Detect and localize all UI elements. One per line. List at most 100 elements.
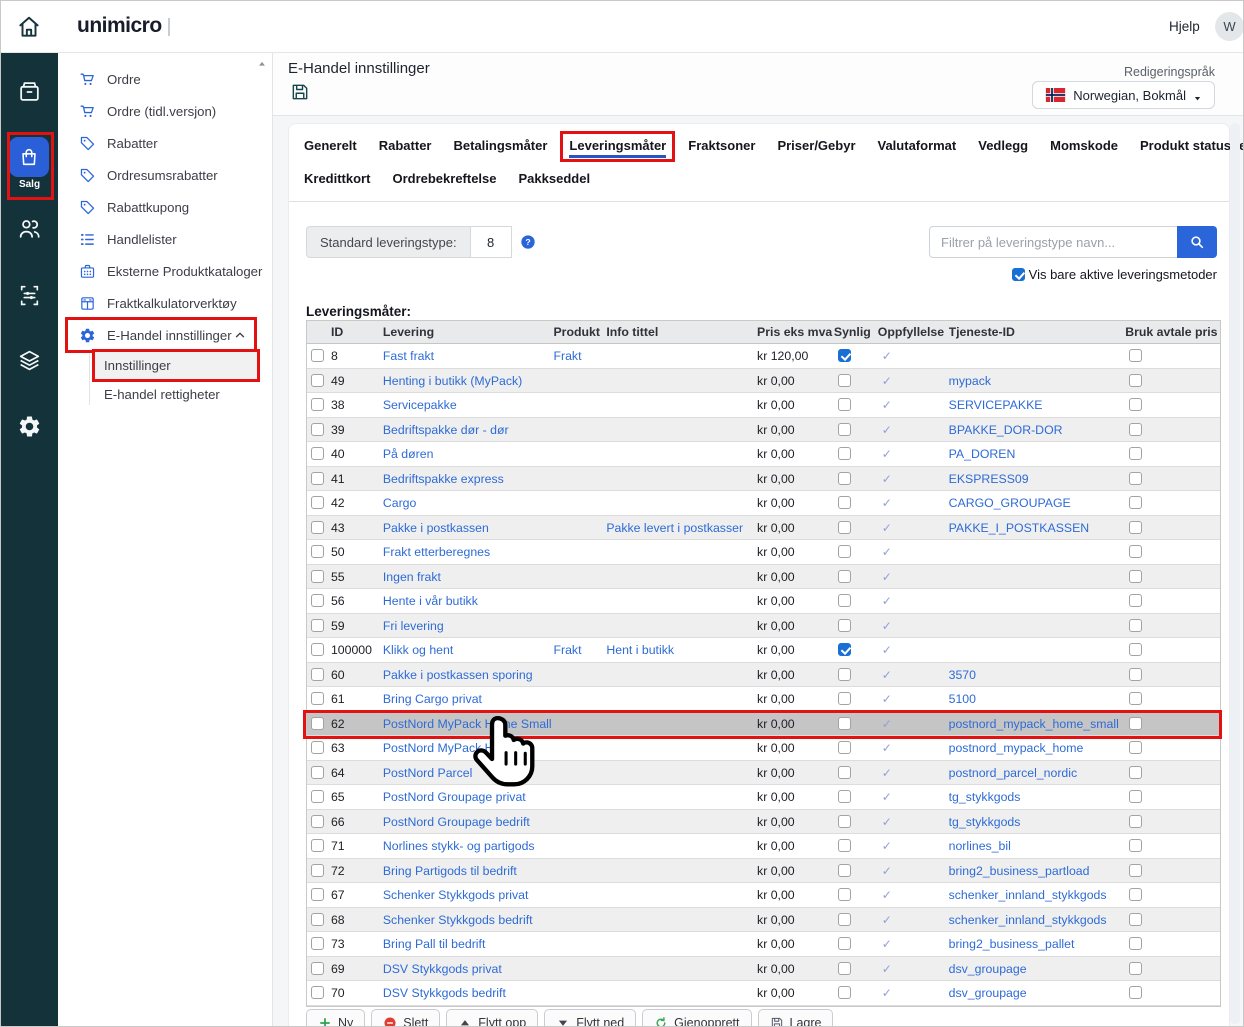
cell-levering-link[interactable]: DSV Stykkgods bedrift [383,986,506,1000]
settings-gear-icon[interactable] [17,414,42,439]
table-row[interactable]: 8Fast fraktFraktkr 120,00✓ [307,344,1220,369]
synlig-checkbox[interactable] [838,349,851,362]
table-row[interactable]: 70DSV Stykkgods bedriftkr 0,00✓dsv_group… [307,981,1220,1006]
synlig-checkbox[interactable] [838,766,851,779]
synlig-checkbox[interactable] [838,962,851,975]
avtale-pris-checkbox[interactable] [1129,374,1142,387]
cell-levering-link[interactable]: PostNord MyPack Home Small [383,717,552,731]
cell-levering-link[interactable]: Schenker Stykkgods bedrift [383,913,533,927]
tab[interactable]: Priser/Gebyr [777,138,855,158]
menu-item[interactable]: Handlelister [58,223,273,255]
cell-tjeneste-id-link[interactable]: schenker_innland_stykkgods [949,913,1107,927]
synlig-checkbox[interactable] [838,913,851,926]
avtale-pris-checkbox[interactable] [1129,668,1142,681]
show-active-checkbox-row[interactable]: Vis bare aktive leveringsmetoder [1008,267,1217,282]
row-checkbox[interactable] [311,349,324,362]
row-checkbox[interactable] [311,692,324,705]
table-row[interactable]: 68Schenker Stykkgods bedriftkr 0,00✓sche… [307,908,1220,933]
avtale-pris-checkbox[interactable] [1129,472,1142,485]
synlig-checkbox[interactable] [838,570,851,583]
tab[interactable]: Generelt [304,138,357,158]
tab[interactable]: Leveringsmåter [569,138,666,158]
synlig-checkbox[interactable] [838,423,851,436]
ny-button[interactable]: Ny [306,1009,365,1027]
avtale-pris-checkbox[interactable] [1129,741,1142,754]
menu-item[interactable]: E-Handel innstillinger [58,319,273,351]
synlig-checkbox[interactable] [838,619,851,632]
show-active-checkbox[interactable] [1012,268,1025,281]
row-checkbox[interactable] [311,570,324,583]
row-checkbox[interactable] [311,423,324,436]
row-checkbox[interactable] [311,496,324,509]
menu-item[interactable]: Eksterne Produktkataloger [58,255,273,287]
flytt-ned-button[interactable]: Flytt ned [544,1009,636,1027]
avtale-pris-checkbox[interactable] [1129,496,1142,509]
row-checkbox[interactable] [311,398,324,411]
cell-levering-link[interactable]: Schenker Stykkgods privat [383,888,529,902]
table-row[interactable]: 42Cargokr 0,00✓CARGO_GROUPAGE [307,491,1220,516]
cell-tjeneste-id-link[interactable]: PA_DOREN [949,447,1016,461]
row-checkbox[interactable] [311,717,324,730]
synlig-checkbox[interactable] [838,888,851,901]
language-select[interactable]: Norwegian, Bokmål [1032,81,1215,109]
synlig-checkbox[interactable] [838,447,851,460]
cell-tjeneste-id-link[interactable]: dsv_groupage [949,962,1027,976]
cell-levering-link[interactable]: På døren [383,447,434,461]
synlig-checkbox[interactable] [838,472,851,485]
row-checkbox[interactable] [311,741,324,754]
row-checkbox[interactable] [311,864,324,877]
cell-info-tittel-link[interactable]: Hent i butikk [606,643,674,657]
cell-tjeneste-id-link[interactable]: 3570 [949,668,976,682]
cell-tjeneste-id-link[interactable]: tg_stykkgods [949,790,1021,804]
vertical-scrollbar[interactable] [1230,123,1240,1024]
synlig-checkbox[interactable] [838,864,851,877]
avtale-pris-checkbox[interactable] [1129,937,1142,950]
synlig-checkbox[interactable] [838,545,851,558]
avtale-pris-checkbox[interactable] [1129,521,1142,534]
table-row[interactable]: 62PostNord MyPack Home Smallkr 0,00✓post… [307,712,1220,737]
table-row[interactable]: 64PostNord Parcelkr 0,00✓postnord_parcel… [307,761,1220,786]
cell-levering-link[interactable]: Bedriftspakke express [383,472,504,486]
standard-type-input[interactable] [470,226,512,258]
menu-item[interactable]: Ordre [58,63,273,95]
cell-levering-link[interactable]: Bring Pall til bedrift [383,937,486,951]
avtale-pris-checkbox[interactable] [1129,815,1142,828]
integrations-icon[interactable] [17,283,42,308]
cell-tjeneste-id-link[interactable]: BPAKKE_DOR-DOR [949,423,1063,437]
avtale-pris-checkbox[interactable] [1129,423,1142,436]
row-checkbox[interactable] [311,643,324,656]
table-row[interactable]: 60Pakke i postkassen sporingkr 0,00✓3570 [307,663,1220,688]
table-row[interactable]: 71Norlines stykk- og partigodskr 0,00✓no… [307,834,1220,859]
cell-tjeneste-id-link[interactable]: 5100 [949,692,976,706]
row-checkbox[interactable] [311,594,324,607]
gjenopprett-button[interactable]: Gjenopprett [642,1009,751,1027]
tab[interactable]: Momskode [1050,138,1118,158]
cell-tjeneste-id-link[interactable]: PAKKE_I_POSTKASSEN [949,521,1090,535]
tab[interactable]: Valutaformat [878,138,957,158]
cell-levering-link[interactable]: PostNord Groupage privat [383,790,526,804]
row-checkbox[interactable] [311,766,324,779]
tab[interactable]: Kredittkort [304,171,370,191]
row-checkbox[interactable] [311,545,324,558]
cell-levering-link[interactable]: Bring Partigods til bedrift [383,864,517,878]
avtale-pris-checkbox[interactable] [1129,692,1142,705]
search-button[interactable] [1177,226,1217,258]
row-checkbox[interactable] [311,986,324,999]
cell-tjeneste-id-link[interactable]: SERVICEPAKKE [949,398,1043,412]
avtale-pris-checkbox[interactable] [1129,619,1142,632]
table-row[interactable]: 69DSV Stykkgods privatkr 0,00✓dsv_groupa… [307,957,1220,982]
synlig-checkbox[interactable] [838,692,851,705]
cell-levering-link[interactable]: Pakke i postkassen sporing [383,668,533,682]
row-checkbox[interactable] [311,937,324,950]
submenu-item[interactable]: Innstillinger [95,351,257,380]
cell-levering-link[interactable]: Fast frakt [383,349,434,363]
cell-levering-link[interactable]: Fri levering [383,619,444,633]
cell-levering-link[interactable]: Hente i vår butikk [383,594,478,608]
avtale-pris-checkbox[interactable] [1129,913,1142,926]
cell-tjeneste-id-link[interactable]: tg_stykkgods [949,815,1021,829]
table-row[interactable]: 50Frakt etterberegneskr 0,00✓ [307,540,1220,565]
cell-levering-link[interactable]: Bedriftspakke dør - dør [383,423,509,437]
cell-produkt-link[interactable]: Frakt [553,643,581,657]
table-row[interactable]: 65PostNord Groupage privatkr 0,00✓tg_sty… [307,785,1220,810]
menu-item[interactable]: Fraktkalkulatorverktøy [58,287,273,319]
